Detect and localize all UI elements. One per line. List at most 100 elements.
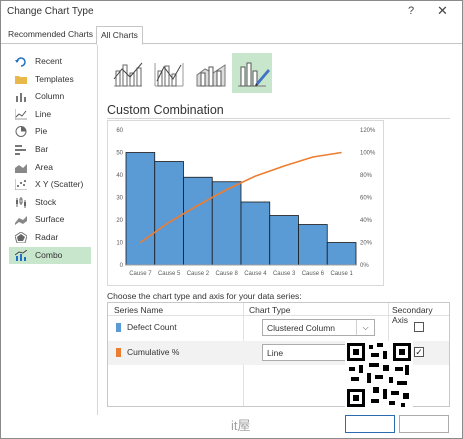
combo-chart-icon	[15, 249, 27, 261]
y-tick-label: 0	[120, 263, 124, 269]
sidebar-item-scatter[interactable]: X Y (Scatter)	[9, 176, 91, 194]
sidebar-item-label: Pie	[35, 126, 48, 137]
sidebar-item-label: Area	[35, 161, 53, 172]
y2-tick-label: 60%	[360, 196, 373, 202]
sidebar-item-label: Stock	[35, 196, 57, 207]
radar-chart-icon	[15, 231, 27, 243]
bar	[154, 161, 184, 266]
sidebar-item-column[interactable]: Column	[9, 88, 91, 106]
title-bar: Change Chart Type ? ✕	[1, 1, 462, 23]
sidebar-item-label: Recent	[35, 56, 62, 66]
tab-all-charts[interactable]: All Charts	[96, 26, 143, 45]
y2-tick-label: 20%	[360, 241, 373, 247]
bar	[326, 242, 357, 266]
tab-recommended-charts[interactable]: Recommended Charts	[4, 26, 97, 44]
secondary-axis-checkbox[interactable]	[414, 322, 424, 332]
close-button[interactable]: ✕	[437, 3, 448, 19]
y-tick-label: 60	[116, 128, 123, 134]
x-tick-label: Cause 7	[129, 271, 152, 277]
series-name: Defect Count	[127, 322, 177, 332]
clustered-column-line-icon	[113, 62, 143, 87]
sidebar-item-bar[interactable]: Bar	[9, 141, 91, 159]
watermark: it屋	[231, 418, 251, 433]
ok-button[interactable]	[345, 415, 395, 433]
header-series-name: Series Name	[114, 305, 164, 315]
recent-icon	[15, 57, 26, 67]
y-tick-label: 50	[116, 151, 123, 157]
subtype-clustered-column-line[interactable]	[108, 53, 148, 93]
sidebar-item-label: Surface	[35, 214, 65, 225]
cancel-button[interactable]	[399, 415, 449, 433]
sidebar-item-label: Bar	[35, 143, 49, 154]
sidebar-item-label: Line	[35, 108, 52, 119]
divider	[107, 118, 450, 119]
y-tick-label: 40	[116, 173, 123, 179]
x-tick-label: Cause 1	[330, 271, 353, 277]
help-button[interactable]: ?	[408, 5, 414, 17]
area-chart-icon	[15, 163, 27, 173]
x-tick-label: Cause 4	[244, 271, 267, 277]
subtype-custom-combination[interactable]	[232, 53, 272, 93]
surface-chart-icon	[15, 216, 27, 226]
stacked-area-clustered-column-icon	[196, 64, 226, 87]
y-tick-label: 10	[116, 241, 123, 247]
bar	[269, 215, 299, 266]
chart-type-value: Clustered Column	[267, 323, 336, 333]
sidebar-item-label: Combo	[35, 249, 63, 260]
sidebar-item-pie[interactable]: Pie	[9, 123, 91, 141]
scatter-chart-icon	[15, 179, 27, 191]
sidebar-item-recent[interactable]: Recent	[9, 53, 91, 71]
sidebar-item-combo[interactable]: Combo	[9, 246, 91, 265]
x-tick-label: Cause 5	[158, 271, 181, 277]
sidebar-item-radar[interactable]: Radar	[9, 229, 91, 247]
chart-type-select[interactable]: Clustered Column ⌵	[262, 319, 375, 336]
series-name: Cumulative %	[127, 347, 180, 357]
x-tick-label: Cause 2	[187, 271, 210, 277]
subtype-stacked-area-clustered-column[interactable]	[191, 53, 231, 93]
chart-category-list: Recent Templates Column Line Pie Bar Are…	[9, 53, 91, 265]
pie-chart-icon	[15, 126, 27, 138]
column-chart-icon	[16, 93, 26, 103]
qr-code-icon	[347, 343, 411, 407]
chart-preview: 0 10 20 30 40 50 60 0% 20% 40% 60% 80% 100% 120% Cause…	[107, 120, 384, 286]
sidebar-item-line[interactable]: Line	[9, 106, 91, 124]
header-chart-type: Chart Type	[249, 305, 291, 315]
sidebar-item-label: Column	[35, 91, 65, 102]
sidebar-item-surface[interactable]: Surface	[9, 211, 91, 229]
sidebar-item-stock[interactable]: Stock	[9, 194, 91, 212]
series-color-swatch	[116, 323, 121, 332]
bar	[125, 152, 156, 266]
series-caption: Choose the chart type and axis for your …	[107, 291, 302, 301]
table-row: Defect Count Clustered Column ⌵	[108, 316, 449, 340]
series-color-swatch	[116, 348, 121, 357]
bar	[240, 201, 271, 266]
change-chart-type-dialog: Change Chart Type ? ✕ Recommended Charts…	[0, 0, 463, 439]
sidebar-item-templates[interactable]: Templates	[9, 71, 91, 89]
stock-chart-icon	[16, 196, 26, 208]
y2-tick-label: 80%	[360, 173, 373, 179]
bar-chart-icon	[15, 144, 26, 155]
sidebar-item-area[interactable]: Area	[9, 159, 91, 177]
templates-icon	[15, 75, 27, 84]
divider	[97, 45, 98, 415]
chart-type-value: Line	[267, 348, 284, 358]
dialog-title: Change Chart Type	[7, 6, 94, 17]
y-tick-label: 30	[116, 196, 123, 202]
qr-code-overlay	[345, 341, 413, 409]
bar	[183, 176, 213, 266]
subtype-clustered-column-line-secondary[interactable]	[149, 53, 189, 93]
bar	[298, 224, 328, 266]
clustered-column-line-secondary-icon	[154, 63, 184, 87]
x-tick-label: Cause 6	[302, 271, 325, 277]
chevron-down-icon[interactable]: ⌵	[356, 320, 374, 335]
tab-bar: Recommended Charts All Charts	[1, 26, 462, 45]
y2-tick-label: 120%	[360, 128, 376, 134]
y2-tick-label: 0%	[360, 263, 369, 269]
x-tick-label: Cause 3	[273, 271, 296, 277]
pareto-chart: 0 10 20 30 40 50 60 0% 20% 40% 60% 80% 100% 120% Cause…	[116, 128, 376, 277]
secondary-axis-checkbox[interactable]: ✓	[414, 347, 424, 357]
line-chart-icon	[15, 108, 27, 120]
sidebar-item-label: X Y (Scatter)	[35, 179, 84, 190]
y-tick-label: 20	[116, 218, 123, 224]
y2-tick-label: 100%	[360, 151, 376, 157]
